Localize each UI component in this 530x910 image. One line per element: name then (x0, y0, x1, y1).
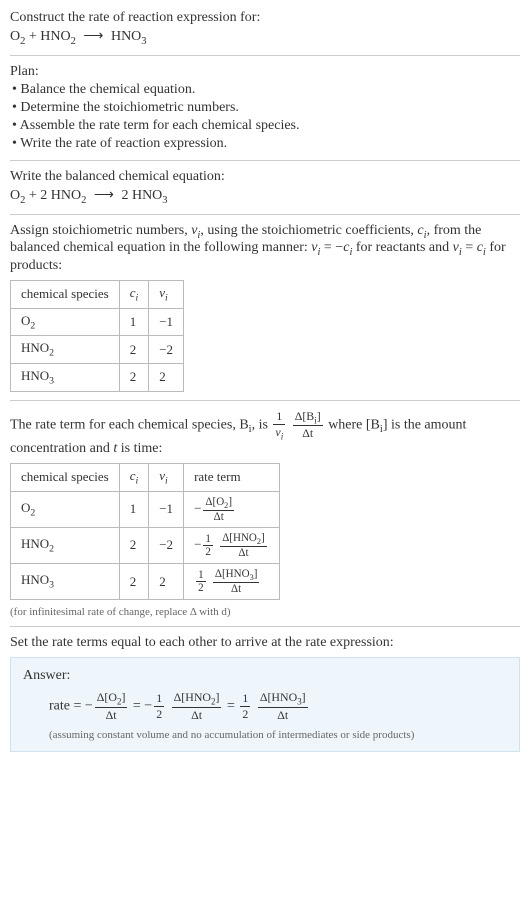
table-header-row: chemical species ci νi (11, 281, 184, 309)
balanced-section: Write the balanced chemical equation: O2… (10, 169, 520, 206)
final-section: Set the rate terms equal to each other t… (10, 635, 520, 751)
plan-section: Plan: • Balance the chemical equation. •… (10, 64, 520, 152)
species-o2: O2 (10, 29, 25, 44)
unbalanced-equation: O2 + HNO2 ⟶ HNO3 (10, 28, 520, 47)
species-hno2: HNO2 (40, 29, 76, 44)
rate-expression: rate = −Δ[O2]Δt = −12 Δ[HNO2]Δt = 12 Δ[H… (49, 690, 507, 722)
table-row: HNO3 2 2 12 Δ[HNO3]Δt (11, 563, 280, 599)
reaction-arrow-icon: ⟶ (83, 28, 103, 45)
divider (10, 400, 520, 401)
fraction: 1νi (273, 409, 285, 441)
col-species: chemical species (11, 281, 120, 309)
plan-item: • Balance the chemical equation. (12, 82, 520, 98)
plan-item: • Determine the stoichiometric numbers. (12, 100, 520, 116)
reaction-arrow-icon: ⟶ (94, 187, 114, 204)
stoichiometry-table: chemical species ci νi O2 1 −1 HNO2 2 −2… (10, 280, 184, 391)
nu-i: νi (191, 223, 200, 238)
final-intro: Set the rate terms equal to each other t… (10, 635, 520, 651)
species-hno3: HNO3 (132, 188, 168, 203)
col-rateterm: rate term (184, 463, 280, 491)
rateterm-table: chemical species ci νi rate term O2 1 −1… (10, 463, 280, 600)
col-species: chemical species (11, 463, 120, 491)
assumption-note: (assuming constant volume and no accumul… (49, 729, 507, 741)
species-hno2: HNO2 (51, 188, 87, 203)
rateterm-section: The rate term for each chemical species,… (10, 409, 520, 619)
plan-item: • Assemble the rate term for each chemic… (12, 118, 520, 134)
table-header-row: chemical species ci νi rate term (11, 463, 280, 491)
col-nui: νi (149, 463, 184, 491)
balanced-intro: Write the balanced chemical equation: (10, 169, 520, 185)
c-i: ci (417, 223, 426, 238)
col-ci: ci (119, 463, 149, 491)
problem-header: Construct the rate of reaction expressio… (10, 10, 520, 47)
prompt-text: Construct the rate of reaction expressio… (10, 10, 520, 26)
col-nui: νi (149, 281, 184, 309)
answer-label: Answer: (23, 668, 507, 684)
species-hno3: HNO3 (111, 29, 147, 44)
table-row: HNO3 2 2 (11, 363, 184, 391)
balanced-equation: O2 + 2 HNO2 ⟶ 2 HNO3 (10, 187, 520, 206)
table-row: HNO2 2 −2 −12 Δ[HNO2]Δt (11, 527, 280, 563)
answer-box: Answer: rate = −Δ[O2]Δt = −12 Δ[HNO2]Δt … (10, 657, 520, 751)
plan-title: Plan: (10, 64, 520, 80)
fraction: Δ[Bi]Δt (293, 409, 323, 441)
divider (10, 626, 520, 627)
plan-item: • Write the rate of reaction expression. (12, 136, 520, 152)
assign-section: Assign stoichiometric numbers, νi, using… (10, 223, 520, 392)
col-ci: ci (119, 281, 149, 309)
species-o2: O2 (10, 188, 25, 203)
table-row: O2 1 −1 (11, 308, 184, 336)
table-row: O2 1 −1 −Δ[O2]Δt (11, 491, 280, 527)
divider (10, 214, 520, 215)
divider (10, 160, 520, 161)
table-row: HNO2 2 −2 (11, 336, 184, 364)
divider (10, 55, 520, 56)
infinitesimal-note: (for infinitesimal rate of change, repla… (10, 606, 520, 618)
